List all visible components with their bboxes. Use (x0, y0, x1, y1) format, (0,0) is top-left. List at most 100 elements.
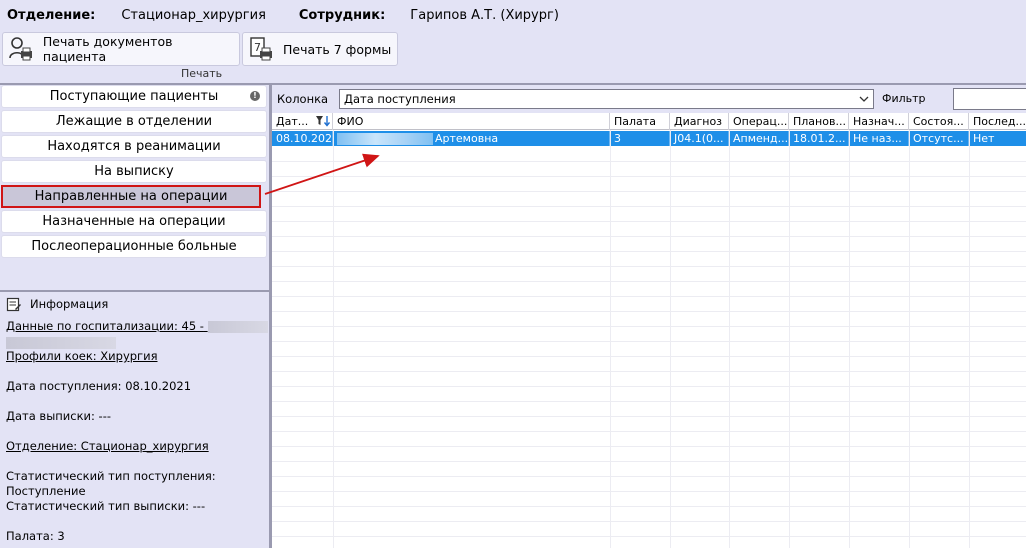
cell-operation: Апменд... (729, 131, 789, 146)
redacted-block (6, 336, 116, 349)
column-header-ward[interactable]: Палата (610, 113, 670, 130)
grid-column-line (969, 130, 970, 548)
nav-item-label: Находятся в реанимации (47, 139, 221, 154)
chevron-down-icon (858, 93, 870, 105)
nav-item-label: На выписку (94, 164, 174, 179)
info-panel: Информация Данные по госпитализации: 45 … (0, 293, 269, 548)
department-value: Стационар_хирургия (121, 7, 266, 23)
column-header-label: Дат... (276, 115, 309, 128)
nav-item-discharge[interactable]: На выписку (1, 160, 267, 183)
stat-discharge: Статистический тип выписки: --- (6, 499, 206, 513)
print-patient-documents-label: Печать документов пациента (42, 34, 173, 64)
left-panel: Поступающие пациенты ! Лежащие в отделен… (0, 85, 269, 548)
cell-fio-text: Артемовна (435, 132, 499, 145)
stat-admission-label: Статистический тип поступления: (6, 469, 216, 483)
grid-row-line (272, 521, 1026, 522)
grid-column-line (610, 130, 611, 548)
print-patient-documents-button[interactable]: Печать документов пациента (2, 32, 240, 66)
grid-column-line (849, 130, 850, 548)
nav-item-label: Лежащие в отделении (55, 114, 213, 129)
nav-item-label: Поступающие пациенты (49, 89, 219, 104)
nav-item-in-department[interactable]: Лежащие в отделении (1, 110, 267, 133)
discharge-date: Дата выписки: --- (6, 409, 112, 423)
print-form-7-button[interactable]: 7 Печать 7 формы (242, 32, 398, 66)
grid-row-line (272, 416, 1026, 417)
grid-row-line (272, 491, 1026, 492)
cell-fio: Артемовна (333, 131, 610, 146)
grid-row-line (272, 266, 1026, 267)
grid-header: Дат... ФИО Палата Диагноз Операц... План… (272, 113, 1026, 130)
filter-sort-icon[interactable] (316, 115, 331, 127)
cell-planned: 18.01.2... (789, 131, 849, 146)
grid-row-line (272, 236, 1026, 237)
cell-ward: 3 (610, 131, 670, 146)
grid-row-line (272, 476, 1026, 477)
patient-category-list: Поступающие пациенты ! Лежащие в отделен… (0, 85, 269, 290)
filter-label: Фильтр (882, 92, 926, 105)
filter-input[interactable] (953, 88, 1026, 110)
column-header-date[interactable]: Дат... (272, 113, 333, 130)
grid-row-line (272, 221, 1026, 222)
svg-text:7: 7 (254, 41, 261, 54)
column-select[interactable]: Дата поступления (339, 89, 874, 109)
print-form-7-label: Печать 7 формы (283, 41, 392, 57)
grid-row-line (272, 386, 1026, 387)
nav-item-in-reanimation[interactable]: Находятся в реанимации (1, 135, 267, 158)
redacted-block (207, 320, 268, 333)
column-header-diagnosis[interactable]: Диагноз (670, 113, 729, 130)
redacted-block (337, 133, 433, 145)
column-header-assigned[interactable]: Назнач... (849, 113, 909, 130)
grid-row-line (272, 311, 1026, 312)
grid-column-line (670, 130, 671, 548)
nav-item-postoperative[interactable]: Послеоперационные больные (1, 235, 267, 258)
column-label: Колонка (277, 92, 329, 106)
admission-date: Дата поступления: 08.10.2021 (6, 379, 192, 393)
column-header-last[interactable]: Послед... (969, 113, 1026, 130)
grid-row-line (272, 281, 1026, 282)
left-panel-splitter[interactable] (0, 290, 269, 292)
hospitalization-link[interactable]: Данные по госпитализации: 45 - (6, 319, 268, 333)
grid-row-line (272, 176, 1026, 177)
grid-row-line (272, 251, 1026, 252)
nav-item-scheduled-surgery[interactable]: Назначенные на операции (1, 210, 267, 233)
grid-row-line (272, 431, 1026, 432)
column-header-operation[interactable]: Операц... (729, 113, 789, 130)
cell-date: 08.10.2021 (272, 131, 333, 146)
grid-column-line (729, 130, 730, 548)
cell-state: Отсутс... (909, 131, 969, 146)
column-header-fio[interactable]: ФИО (333, 113, 610, 130)
column-header-planned[interactable]: Планов... (789, 113, 849, 130)
grid-row-line (272, 536, 1026, 537)
right-panel: Колонка Дата поступления Фильтр Дат... Ф… (272, 85, 1026, 548)
edit-note-icon (6, 296, 22, 312)
ward: Палата: 3 (6, 529, 65, 543)
grid-row-line (272, 506, 1026, 507)
employee-value: Гарипов А.Т. (Хирург) (410, 7, 559, 23)
nav-item-incoming-patients[interactable]: Поступающие пациенты ! (1, 85, 267, 108)
bed-profiles-link[interactable]: Профили коек: Хирургия (6, 349, 158, 363)
grid-row-line (272, 206, 1026, 207)
cell-diagnosis: J04.1(0... (670, 131, 729, 146)
info-title: Информация (30, 297, 109, 311)
table-row[interactable]: 08.10.2021 Артемовна 3 J04.1(0... Апменд… (272, 131, 1026, 146)
alert-icon: ! (250, 91, 260, 101)
grid-row-line (272, 191, 1026, 192)
nav-item-label: Послеоперационные больные (31, 239, 237, 254)
nav-item-sent-to-surgery[interactable]: Направленные на операции (1, 185, 261, 208)
nav-item-label: Назначенные на операции (42, 214, 226, 229)
department-link[interactable]: Отделение: Стационар_хирургия (6, 439, 209, 453)
column-select-value: Дата поступления (344, 92, 456, 106)
stat-admission-value: Поступление (6, 484, 86, 498)
employee-label: Сотрудник: (298, 7, 386, 23)
column-header-state[interactable]: Состоя... (909, 113, 969, 130)
header-info-bar: Отделение: Стационар_хирургия Сотрудник:… (7, 6, 559, 24)
grid-row-line (272, 296, 1026, 297)
hospitalization-continuation (6, 335, 116, 349)
grid-row-line (272, 371, 1026, 372)
form-7-printer-icon: 7 (247, 35, 275, 63)
grid-row-line (272, 326, 1026, 327)
info-header: Информация (6, 296, 108, 312)
department-label: Отделение: (7, 7, 96, 23)
grid-row-line (272, 461, 1026, 462)
grid-column-line (333, 130, 334, 548)
